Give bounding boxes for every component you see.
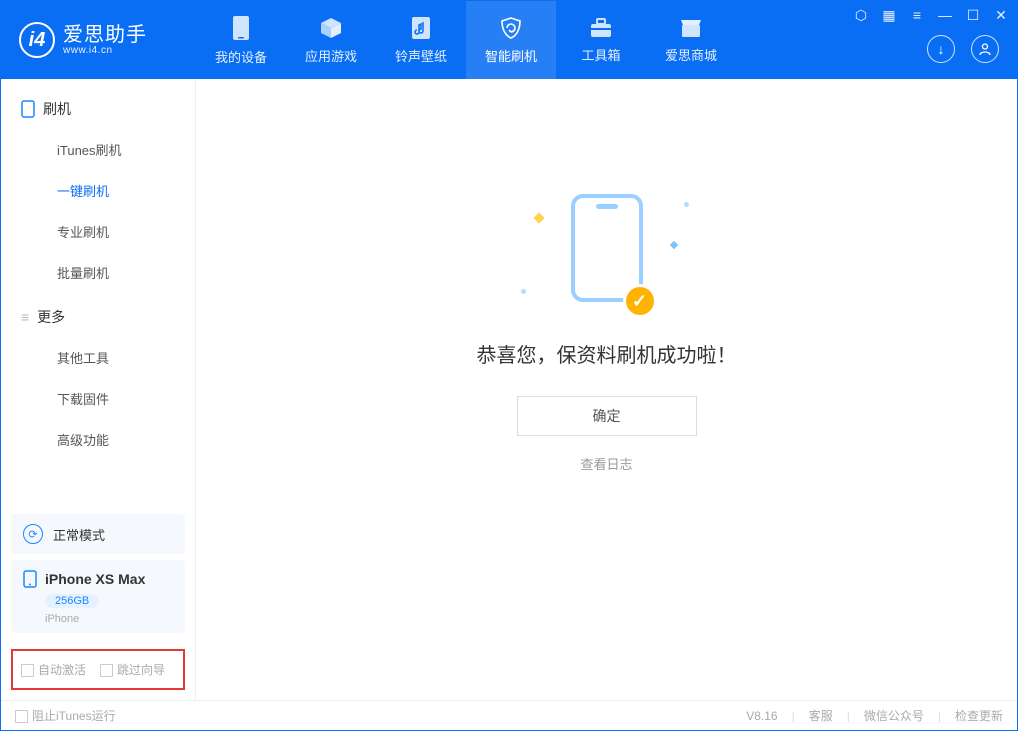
app-header: i4 爱思助手 www.i4.cn 我的设备 应用游戏 铃声壁纸 <box>1 1 1017 79</box>
support-link[interactable]: 客服 <box>809 707 833 724</box>
phone-outline-icon <box>21 100 35 118</box>
checkbox-icon <box>21 664 34 677</box>
dot-icon <box>684 202 689 207</box>
sidebar-item-itunes-flash[interactable]: iTunes刷机 <box>1 129 195 170</box>
checkbox-icon <box>15 710 28 723</box>
group-title: 刷机 <box>43 99 71 119</box>
checkbox-skip-guide[interactable]: 跳过向导 <box>100 661 165 678</box>
tab-smart-flash[interactable]: 智能刷机 <box>466 1 556 79</box>
logo-icon: i4 <box>19 22 55 58</box>
options-box: 自动激活 跳过向导 <box>11 649 185 690</box>
maximize-button[interactable]: ☐ <box>965 7 981 24</box>
tab-apps-games[interactable]: 应用游戏 <box>286 1 376 79</box>
logo-area: i4 爱思助手 www.i4.cn <box>1 22 196 58</box>
window-controls: ⬡ ▦ ≡ ― ☐ ✕ <box>853 7 1009 24</box>
view-log-link[interactable]: 查看日志 <box>477 454 737 473</box>
tab-toolbox[interactable]: 工具箱 <box>556 1 646 79</box>
sidebar-item-other-tools[interactable]: 其他工具 <box>1 337 195 378</box>
device-capacity: 256GB <box>45 594 99 608</box>
brand-url: www.i4.cn <box>63 45 147 56</box>
group-title: 更多 <box>37 307 65 327</box>
list-icon: ≡ <box>21 309 29 325</box>
store-icon <box>679 17 703 39</box>
minimize-button[interactable]: ― <box>937 7 953 24</box>
device-card[interactable]: iPhone XS Max 256GB iPhone <box>11 560 185 633</box>
toolbox-icon <box>589 17 613 39</box>
body: 刷机 iTunes刷机 一键刷机 专业刷机 批量刷机 ≡ 更多 其他工具 下载固… <box>1 79 1017 700</box>
mode-card[interactable]: ⟳ 正常模式 <box>11 514 185 554</box>
wechat-link[interactable]: 微信公众号 <box>864 707 924 724</box>
success-message: 恭喜您，保资料刷机成功啦！ <box>477 339 737 368</box>
tab-ringtone-wallpaper[interactable]: 铃声壁纸 <box>376 1 466 79</box>
success-panel: 恭喜您，保资料刷机成功啦！ 确定 查看日志 <box>477 339 737 473</box>
cube-icon <box>319 16 343 40</box>
version-label: V8.16 <box>746 709 777 723</box>
brand-name: 爱思助手 <box>63 25 147 45</box>
tab-my-device[interactable]: 我的设备 <box>196 1 286 79</box>
sidebar-group-more: ≡ 更多 <box>1 293 195 337</box>
nav-tabs: 我的设备 应用游戏 铃声壁纸 智能刷机 工具箱 <box>196 1 736 79</box>
tab-label: 铃声壁纸 <box>395 46 447 65</box>
close-button[interactable]: ✕ <box>993 7 1009 24</box>
device-type: iPhone <box>45 613 173 625</box>
sidebar-item-download-firmware[interactable]: 下载固件 <box>1 378 195 419</box>
spark-icon <box>669 241 677 249</box>
checkbox-icon <box>100 664 113 677</box>
refresh-shield-icon <box>499 16 523 40</box>
mode-icon: ⟳ <box>23 524 43 544</box>
tab-store[interactable]: 爱思商城 <box>646 1 736 79</box>
music-file-icon <box>410 16 432 40</box>
user-icon[interactable] <box>971 35 999 63</box>
sidebar-item-advanced[interactable]: 高级功能 <box>1 419 195 460</box>
sidebar-item-oneclick-flash[interactable]: 一键刷机 <box>1 170 195 211</box>
ok-button[interactable]: 确定 <box>517 396 697 436</box>
menu-icon[interactable]: ≡ <box>909 7 925 24</box>
tab-label: 智能刷机 <box>485 46 537 65</box>
tab-label: 爱思商城 <box>665 45 717 64</box>
mode-label: 正常模式 <box>53 525 105 544</box>
status-bar: 阻止iTunes运行 V8.16 | 客服 | 微信公众号 | 检查更新 <box>1 700 1017 730</box>
success-illustration: ✓ <box>517 194 697 314</box>
check-badge-icon: ✓ <box>623 284 657 318</box>
tab-label: 我的设备 <box>215 47 267 66</box>
sidebar: 刷机 iTunes刷机 一键刷机 专业刷机 批量刷机 ≡ 更多 其他工具 下载固… <box>1 79 196 700</box>
checkbox-block-itunes[interactable]: 阻止iTunes运行 <box>15 707 116 724</box>
tab-label: 工具箱 <box>581 45 620 64</box>
sidebar-item-pro-flash[interactable]: 专业刷机 <box>1 211 195 252</box>
check-update-link[interactable]: 检查更新 <box>955 707 1003 724</box>
device-phone-icon <box>23 570 37 588</box>
main-content: ✓ 恭喜您，保资料刷机成功啦！ 确定 查看日志 <box>196 79 1017 700</box>
logo-text: 爱思助手 www.i4.cn <box>63 25 147 56</box>
checkbox-auto-activate[interactable]: 自动激活 <box>21 661 86 678</box>
sidebar-item-batch-flash[interactable]: 批量刷机 <box>1 252 195 293</box>
device-name: iPhone XS Max <box>45 571 145 587</box>
tab-label: 应用游戏 <box>305 46 357 65</box>
header-right-icons: ↓ <box>927 35 999 63</box>
download-icon[interactable]: ↓ <box>927 35 955 63</box>
grid-icon[interactable]: ▦ <box>881 7 897 24</box>
sidebar-group-flash: 刷机 <box>1 85 195 129</box>
shirt-icon[interactable]: ⬡ <box>853 7 869 24</box>
spark-icon <box>533 212 544 223</box>
dot-icon <box>521 289 526 294</box>
device-icon <box>231 15 251 41</box>
